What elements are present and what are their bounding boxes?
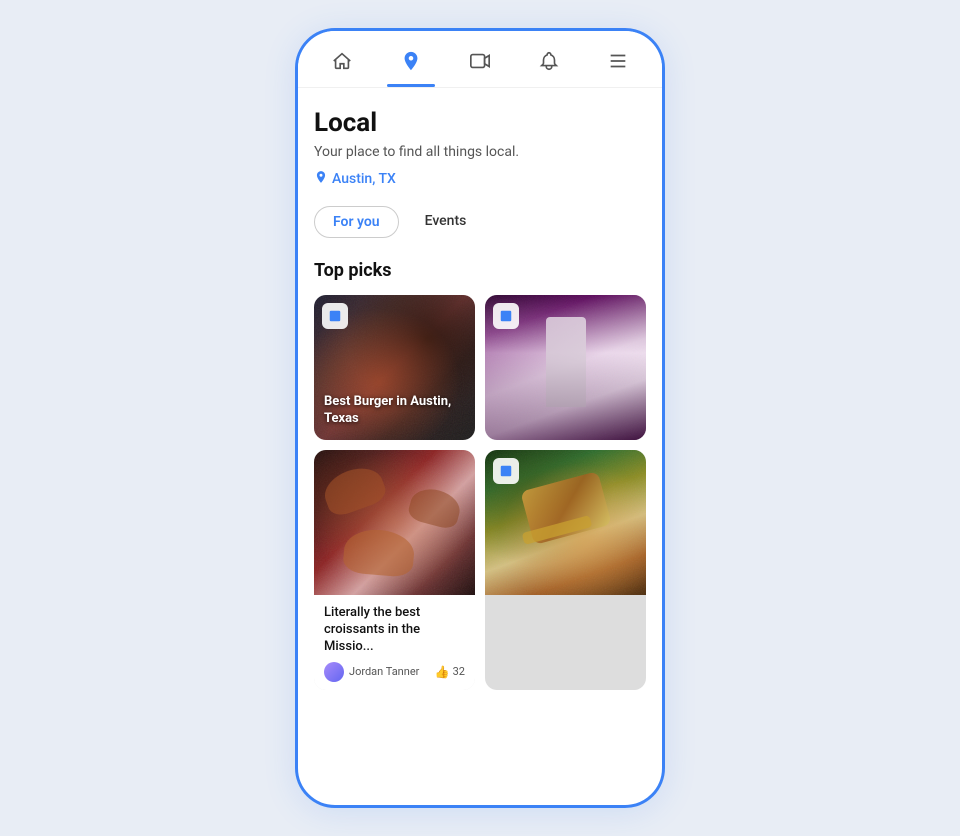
card-badge-4	[493, 458, 519, 484]
author-avatar-3	[324, 662, 344, 682]
page-content: Local Your place to find all things loca…	[298, 88, 662, 805]
tabs-row: For you Events	[314, 206, 646, 238]
phone-container: Local Your place to find all things loca…	[295, 28, 665, 808]
card-sandwich[interactable]	[485, 450, 646, 690]
card-overlay-text-1: Best Burger in Austin, Texas	[324, 394, 465, 428]
location-dot-icon	[314, 170, 328, 188]
card-bottom-title-3: Literally the best croissants in the Mis…	[324, 605, 465, 656]
picks-grid: Best Burger in Austin, Texas	[314, 295, 646, 690]
card-image-1: Best Burger in Austin, Texas	[314, 295, 475, 440]
card-author-3: Jordan Tanner	[324, 662, 419, 682]
card-image-4	[485, 450, 646, 595]
video-icon	[468, 49, 492, 73]
like-count-3: 32	[453, 665, 465, 678]
nav-item-local[interactable]	[387, 45, 435, 77]
card-croissants[interactable]: Literally the best croissants in the Mis…	[314, 450, 475, 690]
author-name-3: Jordan Tanner	[349, 665, 419, 678]
section-title: Top picks	[314, 260, 646, 281]
card-bottom-3: Literally the best croissants in the Mis…	[314, 595, 475, 690]
nav-item-home[interactable]	[318, 45, 366, 77]
tab-events[interactable]: Events	[407, 206, 485, 238]
card-meta-3: Jordan Tanner 👍 32	[324, 662, 465, 682]
location-row[interactable]: Austin, TX	[314, 170, 646, 188]
card-image-3	[314, 450, 475, 595]
home-icon	[330, 49, 354, 73]
bell-icon	[537, 49, 561, 73]
location-pin-icon	[399, 49, 423, 73]
card-badge-2	[493, 303, 519, 329]
location-label: Austin, TX	[332, 171, 396, 187]
nav-item-video[interactable]	[456, 45, 504, 77]
card-badge-1	[322, 303, 348, 329]
card-image-2	[485, 295, 646, 440]
page-title: Local	[314, 108, 646, 138]
card-fashion[interactable]	[485, 295, 646, 440]
like-row-3[interactable]: 👍 32	[435, 665, 465, 679]
nav-item-notifications[interactable]	[525, 45, 573, 77]
nav-bar	[298, 31, 662, 88]
card-best-burger[interactable]: Best Burger in Austin, Texas	[314, 295, 475, 440]
thumbs-up-icon: 👍	[435, 665, 450, 679]
menu-icon	[606, 49, 630, 73]
tab-for-you[interactable]: For you	[314, 206, 399, 238]
page-subtitle: Your place to find all things local.	[314, 144, 646, 160]
nav-item-menu[interactable]	[594, 45, 642, 77]
